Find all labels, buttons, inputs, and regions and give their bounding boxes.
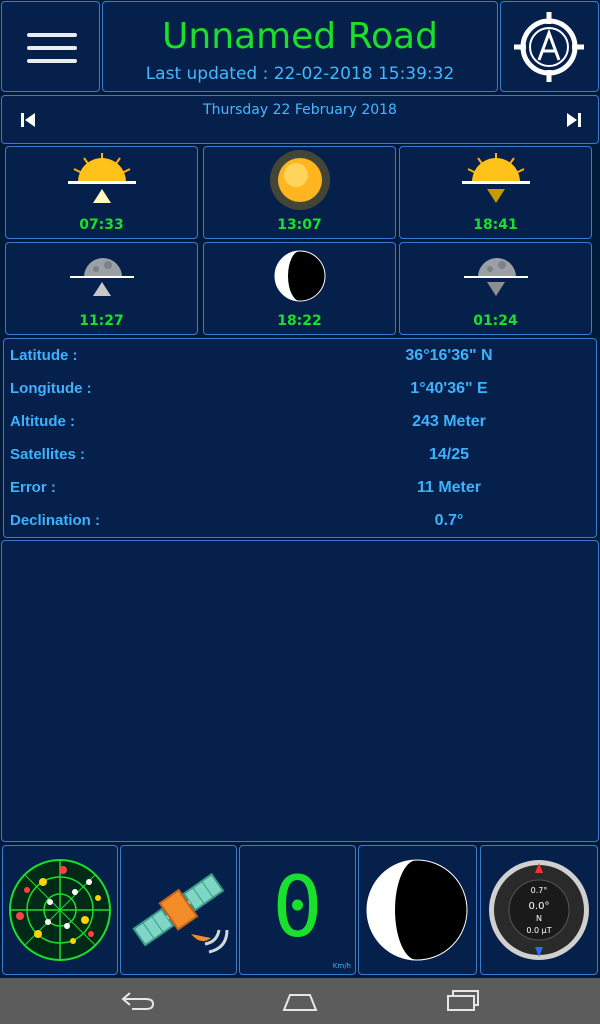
skip-next-icon[interactable] <box>566 112 582 128</box>
solar-noon-tile[interactable]: 13:07 <box>203 146 396 239</box>
compass-button[interactable] <box>500 1 599 92</box>
current-date: Thursday 22 February 2018 <box>203 102 397 118</box>
longitude-row: Longitude : 1°40'36" E <box>4 372 596 405</box>
latitude-value: 36°16'36" N <box>405 347 493 364</box>
skip-previous-icon[interactable] <box>20 112 36 128</box>
moonset-time: 01:24 <box>473 313 518 329</box>
compass-readout-declination: 0.7° <box>530 886 548 895</box>
speed-unit: Km/h <box>332 962 351 970</box>
content-area <box>1 540 599 842</box>
sunset-time: 18:41 <box>473 217 518 233</box>
error-value: 11 Meter <box>416 479 482 496</box>
moonrise-icon <box>70 258 134 296</box>
location-header: Unnamed Road Last updated : 22-02-2018 1… <box>102 1 498 92</box>
sunrise-tile[interactable]: 07:33 <box>5 146 198 239</box>
satellites-row: Satellites : 14/25 <box>4 438 596 471</box>
compass-readout-heading: 0.0° <box>528 901 550 912</box>
compass-dial-button[interactable]: 0.7° 0.0° N 0.0 μT <box>480 845 598 975</box>
sun-icon <box>270 150 330 210</box>
sunset-icon <box>462 153 530 203</box>
latitude-label: Latitude : <box>10 347 78 364</box>
moonset-icon <box>464 258 528 296</box>
altitude-label: Altitude : <box>10 413 75 430</box>
date-navigation-bar: Thursday 22 February 2018 <box>1 95 599 144</box>
declination-label: Declination : <box>10 512 101 529</box>
moonset-tile[interactable]: 01:24 <box>399 242 592 335</box>
moon-phase-button[interactable] <box>358 845 477 975</box>
altitude-row: Altitude : 243 Meter <box>4 405 596 438</box>
moonrise-tile[interactable]: 11:27 <box>5 242 198 335</box>
back-icon[interactable] <box>120 990 156 1012</box>
error-label: Error : <box>10 479 56 496</box>
last-updated-text: Last updated : 22-02-2018 15:39:32 <box>145 64 455 84</box>
moon-transit-time: 18:22 <box>277 313 322 329</box>
altitude-value: 243 Meter <box>412 413 486 430</box>
moon-phase-large-icon <box>366 859 468 961</box>
moon-transit-tile[interactable]: 18:22 <box>203 242 396 335</box>
sky-view-icon <box>9 859 111 961</box>
longitude-label: Longitude : <box>10 380 92 397</box>
satellite-icon <box>132 872 229 954</box>
sunrise-time: 07:33 <box>79 217 124 233</box>
menu-button[interactable] <box>1 1 100 92</box>
speedometer-button[interactable]: 0 Km/h <box>239 845 356 975</box>
compass-icon <box>514 12 584 82</box>
satellites-value: 14/25 <box>428 446 470 463</box>
home-icon[interactable] <box>282 990 318 1012</box>
gps-skyview-button[interactable] <box>2 845 118 975</box>
compass-readout-field: 0.0 μT <box>526 926 552 935</box>
declination-value: 0.7° <box>434 512 464 529</box>
sunset-tile[interactable]: 18:41 <box>399 146 592 239</box>
longitude-value: 1°40'36" E <box>410 380 488 397</box>
solar-noon-time: 13:07 <box>277 217 322 233</box>
satellite-button[interactable] <box>120 845 237 975</box>
system-navigation-bar <box>0 978 600 1024</box>
compass-readout-direction: N <box>536 914 542 923</box>
recent-apps-icon[interactable] <box>446 988 480 1012</box>
error-row: Error : 11 Meter <box>4 471 596 504</box>
location-info-panel: Latitude : 36°16'36" N Longitude : 1°40'… <box>3 338 597 538</box>
moon-phase-icon <box>274 250 326 302</box>
declination-row: Declination : 0.7° <box>4 504 596 537</box>
sunrise-icon <box>68 153 136 203</box>
satellites-label: Satellites : <box>10 446 86 463</box>
location-title: Unnamed Road <box>162 16 438 57</box>
latitude-row: Latitude : 36°16'36" N <box>4 339 596 372</box>
moonrise-time: 11:27 <box>79 313 124 329</box>
speed-value: 0 <box>272 858 323 956</box>
